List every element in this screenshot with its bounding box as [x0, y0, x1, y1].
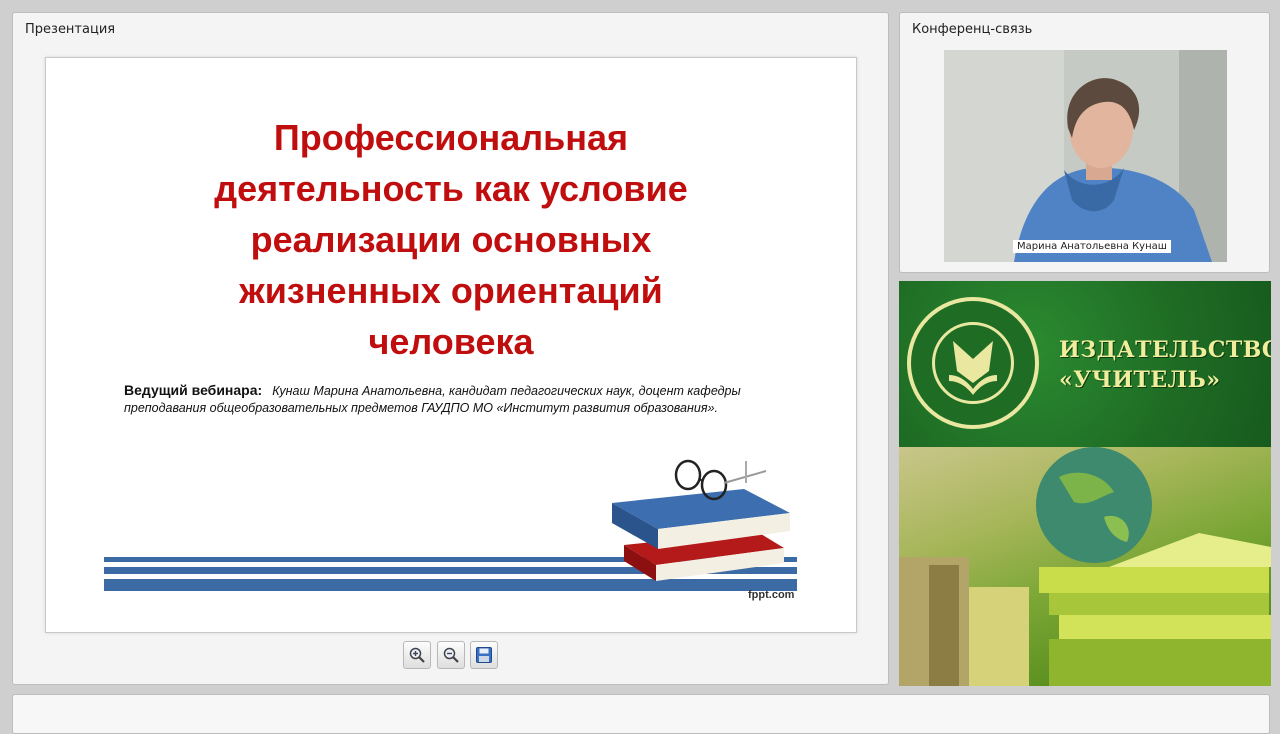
slide-title-line: жизненных ориентаций	[239, 270, 663, 311]
book-emblem-icon	[949, 341, 997, 395]
slide-footer-brand: fppt.com	[748, 589, 795, 601]
publisher-banner-header: ИЗДАТЕЛЬСТВО «УЧИТЕЛЬ»	[899, 281, 1271, 447]
presenter-label: Ведущий вебинара:	[124, 382, 263, 398]
slide-title-line: деятельность как условие	[214, 168, 688, 209]
save-icon	[476, 647, 492, 663]
zoom-out-button[interactable]	[437, 641, 465, 669]
conference-panel: Конференц-связь Марина Анатольевна Кунаш	[899, 12, 1270, 273]
slide-title: Профессиональная деятельность как услови…	[106, 112, 796, 367]
zoom-out-icon	[443, 647, 459, 663]
publisher-banner: ИЗДАТЕЛЬСТВО «УЧИТЕЛЬ»	[899, 281, 1271, 686]
publisher-banner-image	[899, 447, 1271, 686]
books-illustration	[612, 459, 790, 581]
slide-title-line: реализации основных	[250, 219, 652, 260]
publisher-name-line1: ИЗДАТЕЛЬСТВО	[1059, 337, 1271, 363]
presentation-panel: Презентация Профессиональная деятельност…	[12, 12, 889, 685]
books-and-globe-image	[899, 447, 1271, 686]
participant-name-label: Марина Анатольевна Кунаш	[1013, 240, 1171, 253]
slide-title-line: человека	[368, 321, 534, 362]
participant-video[interactable]: Марина Анатольевна Кунаш	[944, 50, 1227, 262]
conference-panel-title: Конференц-связь	[912, 22, 1033, 37]
zoom-in-icon	[409, 647, 425, 663]
slide-presenter-info: Ведущий вебинара: Кунаш Марина Анатольевн…	[124, 382, 744, 417]
participant-video-frame	[944, 50, 1227, 262]
save-button[interactable]	[470, 641, 498, 669]
zoom-in-button[interactable]	[403, 641, 431, 669]
slide-title-line: Профессиональная	[273, 117, 629, 158]
bottom-panel	[12, 694, 1270, 734]
presentation-panel-title: Презентация	[25, 22, 116, 37]
publisher-logo	[907, 297, 1039, 429]
publisher-name-line2: «УЧИТЕЛЬ»	[1059, 367, 1221, 393]
presentation-slide: Профессиональная деятельность как услови…	[45, 57, 857, 633]
